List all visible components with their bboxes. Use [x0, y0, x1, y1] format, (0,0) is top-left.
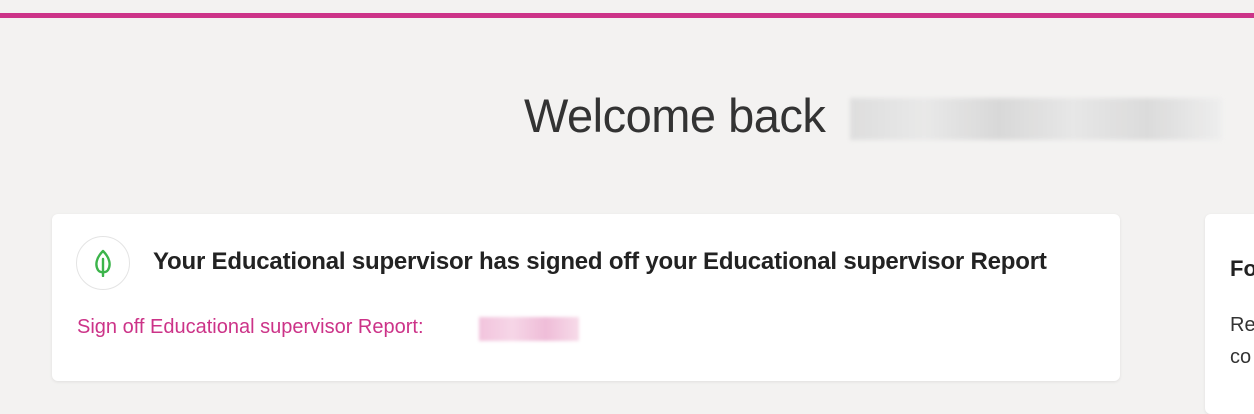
- notification-card: Your Educational supervisor has signed o…: [52, 214, 1120, 381]
- sign-off-report-link[interactable]: Sign off Educational supervisor Report:: [77, 316, 424, 339]
- accent-top-bar: [0, 13, 1254, 18]
- leaf-icon-badge: [76, 236, 130, 290]
- secondary-card-title: Fo: [1230, 256, 1254, 281]
- top-strip: [0, 0, 1254, 13]
- welcome-heading: Welcome back: [524, 89, 826, 142]
- welcome-banner: Welcome back: [0, 84, 1254, 148]
- secondary-card-text-line-1: Re: [1230, 314, 1254, 336]
- secondary-card: Fo Re co: [1205, 214, 1254, 414]
- redacted-user-name: [850, 98, 1222, 140]
- secondary-card-text-line-2: co: [1230, 346, 1252, 368]
- leaf-icon: [95, 249, 111, 277]
- redacted-report-date[interactable]: [479, 317, 579, 341]
- notification-title: Your Educational supervisor has signed o…: [153, 248, 1047, 275]
